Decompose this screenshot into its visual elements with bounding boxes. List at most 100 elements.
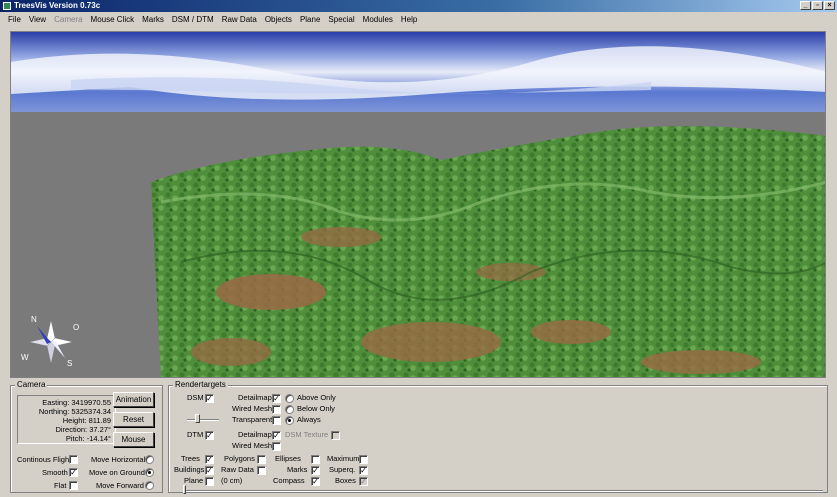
direction-readout: Direction: 37.27° xyxy=(55,425,111,434)
polygons-checkbox[interactable] xyxy=(257,455,266,464)
window-controls: _ ▫ × xyxy=(800,1,835,10)
title-bar: TreesVis Version 0.73c _ ▫ × xyxy=(0,0,837,12)
compass-checkbox[interactable]: ✓ xyxy=(311,477,320,486)
minimize-button[interactable]: _ xyxy=(800,1,811,10)
camera-readout: Easting: 3419970.55 Northing: 5325374.34… xyxy=(17,395,116,444)
mouse-button[interactable]: Mouse xyxy=(113,432,154,447)
menu-view[interactable]: View xyxy=(25,12,50,28)
terrain-render: N O S W xyxy=(11,32,825,377)
menu-file[interactable]: File xyxy=(4,12,25,28)
continuous-flight-label: Continous Flight xyxy=(17,455,72,464)
buildings-checkbox[interactable]: ✓ xyxy=(205,466,214,475)
height-readout: Height: 811.89 xyxy=(62,416,111,425)
ellipses-label: Ellipses xyxy=(275,454,301,463)
soil-patch xyxy=(361,322,501,362)
continuous-flight-checkbox[interactable] xyxy=(69,455,78,464)
menu-dsm-dtm[interactable]: DSM / DTM xyxy=(168,12,218,28)
always-label: Always xyxy=(297,415,321,424)
compass-s: S xyxy=(67,359,72,368)
soil-patch xyxy=(531,320,611,344)
menu-marks[interactable]: Marks xyxy=(138,12,168,28)
soil-patch xyxy=(301,227,381,247)
menu-camera[interactable]: Camera xyxy=(50,12,86,28)
boxes-label: Boxes xyxy=(335,476,356,485)
boxes-checkbox[interactable]: ✓ xyxy=(359,477,368,486)
maximum-label: Maximum xyxy=(327,454,360,463)
transparent-label: Transparent xyxy=(232,415,273,424)
animation-button[interactable]: Animation xyxy=(113,392,154,407)
ellipses-checkbox[interactable] xyxy=(311,455,320,464)
soil-patch xyxy=(476,263,546,281)
menu-plane[interactable]: Plane xyxy=(296,12,324,28)
soil-patch xyxy=(216,274,326,310)
plane-checkbox[interactable] xyxy=(205,477,214,486)
dtm-wired-mesh-checkbox[interactable] xyxy=(272,442,281,451)
always-radio[interactable] xyxy=(285,416,294,425)
rendertargets-panel: Rendertargets DSM ✓ Detailmap ✓ Wired Me… xyxy=(168,380,828,494)
compass-o: O xyxy=(73,323,79,332)
app-icon xyxy=(3,2,11,10)
terrain-viewport[interactable]: N O S W xyxy=(10,31,826,378)
soil-patch xyxy=(191,338,271,366)
superq-checkbox[interactable]: ✓ xyxy=(359,466,368,475)
raw-data-label: Raw Data xyxy=(221,465,254,474)
dsm-detailmap-label: Detailmap xyxy=(238,393,272,402)
pitch-readout: Pitch: -14.14° xyxy=(65,434,111,443)
maximize-button[interactable]: ▫ xyxy=(812,1,823,10)
raw-data-checkbox[interactable] xyxy=(257,466,266,475)
dsm-detailmap-checkbox[interactable]: ✓ xyxy=(272,394,281,403)
marks-checkbox[interactable]: ✓ xyxy=(311,466,320,475)
flat-label: Flat xyxy=(54,481,67,490)
dsm-checkbox[interactable]: ✓ xyxy=(205,394,214,403)
dsm-texture-label: DSM Texture xyxy=(285,430,329,439)
soil-patch xyxy=(641,350,761,374)
plane-label: Plane xyxy=(184,476,204,485)
close-button[interactable]: × xyxy=(824,1,835,10)
move-on-ground-radio[interactable] xyxy=(145,468,154,477)
easting-readout: Easting: 3419970.55 xyxy=(42,398,111,407)
dtm-checkbox[interactable]: ✓ xyxy=(205,431,214,440)
menu-special[interactable]: Special xyxy=(324,12,358,28)
smooth-label: Smooth xyxy=(42,468,68,477)
dsm-label: DSM xyxy=(187,393,204,402)
dtm-detailmap-label: Detailmap xyxy=(238,430,272,439)
dtm-detailmap-checkbox[interactable]: ✓ xyxy=(272,431,281,440)
transparent-checkbox[interactable] xyxy=(272,416,281,425)
move-forward-radio[interactable] xyxy=(145,481,154,490)
marks-label: Marks xyxy=(287,465,308,474)
menu-help[interactable]: Help xyxy=(397,12,421,28)
menu-raw-data[interactable]: Raw Data xyxy=(218,12,261,28)
below-only-radio[interactable] xyxy=(285,405,294,414)
menu-mouse-click[interactable]: Mouse Click xyxy=(87,12,139,28)
transparency-slider-thumb[interactable] xyxy=(194,414,200,423)
northing-readout: Northing: 5325374.34 xyxy=(38,407,111,416)
above-only-radio[interactable] xyxy=(285,394,294,403)
move-horizontal-label: Move Horizontal xyxy=(91,455,146,464)
camera-panel: Camera Easting: 3419970.55 Northing: 532… xyxy=(10,380,163,493)
menu-objects[interactable]: Objects xyxy=(261,12,296,28)
reset-button[interactable]: Reset xyxy=(113,412,154,427)
trees-label: Trees xyxy=(181,454,200,463)
buildings-label: Buildings xyxy=(174,465,205,474)
window-title: TreesVis Version 0.73c xyxy=(14,1,101,10)
dsm-wired-mesh-checkbox[interactable] xyxy=(272,405,281,414)
trees-checkbox[interactable]: ✓ xyxy=(205,455,214,464)
dtm-label: DTM xyxy=(187,430,204,439)
move-horizontal-radio[interactable] xyxy=(145,455,154,464)
smooth-checkbox[interactable]: ✓ xyxy=(69,468,78,477)
dsm-texture-checkbox[interactable] xyxy=(331,431,340,440)
above-only-label: Above Only xyxy=(297,393,336,402)
plane-height-label: (0 cm) xyxy=(221,476,243,485)
superq-label: Superq. xyxy=(329,465,356,474)
flat-checkbox[interactable] xyxy=(69,481,78,490)
plane-height-slider[interactable] xyxy=(183,490,823,492)
dsm-wired-mesh-label: Wired Mesh xyxy=(232,404,273,413)
plane-height-slider-thumb[interactable] xyxy=(183,485,186,494)
menu-modules[interactable]: Modules xyxy=(359,12,397,28)
menu-bar: File View Camera Mouse Click Marks DSM / DTM R… xyxy=(0,12,837,28)
maximum-checkbox[interactable] xyxy=(359,455,368,464)
transparency-slider[interactable] xyxy=(187,419,219,421)
below-only-label: Below Only xyxy=(297,404,335,413)
compass-w: W xyxy=(21,353,29,362)
move-on-ground-label: Move on Ground xyxy=(89,468,145,477)
